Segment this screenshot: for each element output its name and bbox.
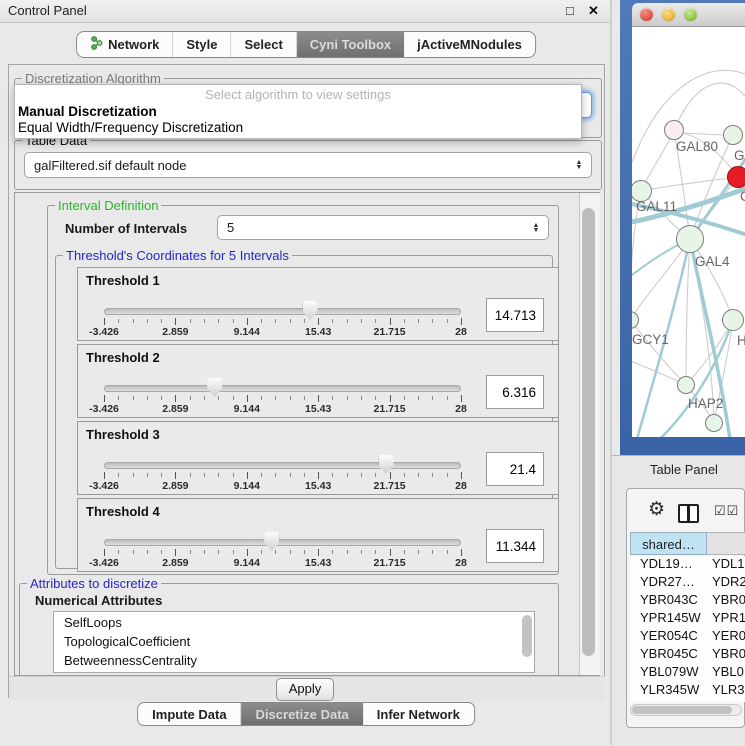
number-of-intervals-label: Number of Intervals bbox=[65, 221, 187, 236]
network-node[interactable] bbox=[705, 414, 723, 432]
network-node-label: HAP2 bbox=[688, 396, 723, 411]
threshold-3-slider-track[interactable] bbox=[104, 462, 461, 469]
network-node-label: GAL4 bbox=[695, 254, 730, 269]
dropdown-option-equal-width-frequency[interactable]: Equal Width/Frequency Discretization bbox=[18, 120, 243, 135]
threshold-2-value-field[interactable]: 6.316 bbox=[486, 375, 544, 409]
network-window-titlebar bbox=[632, 3, 745, 27]
table-row[interactable]: YBR045CYBR0 bbox=[630, 646, 745, 664]
network-node[interactable] bbox=[723, 125, 743, 145]
float-window-icon[interactable]: □ bbox=[566, 3, 574, 18]
threshold-4-panel: Threshold 4 -3.4262.8599.14415.4321.7152… bbox=[77, 498, 559, 572]
network-node-label: GAL11 bbox=[636, 199, 677, 214]
close-button[interactable] bbox=[640, 8, 653, 21]
network-icon bbox=[90, 36, 103, 53]
network-node-label: C bbox=[740, 189, 745, 204]
slider-ticks bbox=[104, 549, 461, 557]
node-table-rows[interactable]: YDL19…YDL1 YDR27…YDR2 YBR043CYBR0 YPR145… bbox=[630, 556, 745, 702]
slider-ticks bbox=[104, 395, 461, 403]
numerical-attributes-list[interactable]: SelfLoops TopologicalCoefficient Between… bbox=[53, 611, 535, 673]
network-node[interactable] bbox=[727, 166, 745, 188]
network-node-label: GCY1 bbox=[632, 332, 669, 347]
number-of-intervals-combobox[interactable]: 5 ▲▼ bbox=[217, 215, 549, 240]
apply-button[interactable]: Apply bbox=[276, 678, 334, 701]
tab-jactivemnodules[interactable]: jActiveMNodules bbox=[404, 32, 535, 57]
tab-network[interactable]: Network bbox=[77, 32, 173, 57]
table-data-combobox[interactable]: galFiltered.sif default node ▲▼ bbox=[24, 152, 592, 178]
network-node-label: GAL80 bbox=[676, 139, 718, 154]
threshold-2-slider-track[interactable] bbox=[104, 385, 461, 392]
slider-tick-labels: -3.4262.8599.14415.4321.71528 bbox=[104, 403, 461, 415]
table-row[interactable]: YLR345WYLR3 bbox=[630, 682, 745, 700]
slider-tick-labels: -3.4262.8599.14415.4321.71528 bbox=[104, 326, 461, 338]
column-header-name[interactable]: n bbox=[707, 532, 745, 555]
dropdown-placeholder: Select algorithm to view settings bbox=[15, 87, 581, 102]
algorithm-dropdown-popup: Select algorithm to view settings Manual… bbox=[14, 84, 582, 139]
threshold-3-value-field[interactable]: 21.4 bbox=[486, 452, 544, 486]
table-horizontal-scrollbar-thumb[interactable] bbox=[632, 706, 732, 714]
interval-definition-title: Interval Definition bbox=[55, 198, 161, 213]
zoom-button[interactable] bbox=[684, 8, 697, 21]
combo-arrows-icon: ▲▼ bbox=[571, 160, 591, 170]
control-panel-titlebar: Control Panel □ ✕ bbox=[0, 0, 612, 23]
column-header-shared-name[interactable]: shared… bbox=[630, 532, 707, 555]
tab-impute-data[interactable]: Impute Data bbox=[138, 703, 241, 725]
tab-infer-network[interactable]: Infer Network bbox=[363, 703, 474, 725]
list-item[interactable]: TopologicalCoefficient bbox=[54, 631, 534, 650]
table-row[interactable]: YPR145WYPR1 bbox=[630, 610, 745, 628]
threshold-1-panel: Threshold 1 -3.4262.8599.14415.4321.7152… bbox=[77, 267, 559, 341]
list-item[interactable]: BetweennessCentrality bbox=[54, 650, 534, 669]
network-node-label: H bbox=[737, 333, 745, 348]
tab-discretize-data[interactable]: Discretize Data bbox=[242, 703, 363, 725]
gear-icon[interactable]: ⚙ bbox=[648, 500, 665, 519]
columns-icon[interactable] bbox=[678, 504, 699, 523]
threshold-2-panel: Threshold 2 -3.4262.8599.14415.4321.7152… bbox=[77, 344, 559, 418]
threshold-4-value-field[interactable]: 11.344 bbox=[486, 529, 544, 563]
attributes-group-title: Attributes to discretize bbox=[27, 576, 161, 591]
threshold-1-value-field[interactable]: 14.713 bbox=[486, 298, 544, 332]
threshold-1-slider-track[interactable] bbox=[104, 308, 461, 315]
combo-arrows-icon: ▲▼ bbox=[528, 223, 548, 233]
thresholds-group-title: Threshold's Coordinates for 5 Intervals bbox=[63, 248, 292, 263]
close-window-icon[interactable]: ✕ bbox=[588, 3, 599, 19]
table-row[interactable]: YER054CYER0 bbox=[630, 628, 745, 646]
table-row[interactable]: YBL079WYBL0 bbox=[630, 664, 745, 682]
minimize-button[interactable] bbox=[662, 8, 675, 21]
tab-network-label: Network bbox=[108, 37, 159, 52]
slider-ticks bbox=[104, 472, 461, 480]
table-row[interactable]: YDL19…YDL1 bbox=[630, 556, 745, 574]
dropdown-option-manual-discretization[interactable]: Manual Discretization bbox=[18, 104, 157, 119]
attributes-list-scrollbar[interactable] bbox=[522, 615, 532, 657]
slider-ticks bbox=[104, 318, 461, 326]
network-view-window: GAL80 GA C GAL11 GAL4 GCY1 H HAP2 bbox=[620, 0, 745, 455]
tab-style[interactable]: Style bbox=[173, 32, 231, 57]
tab-select[interactable]: Select bbox=[231, 32, 296, 57]
control-panel: Control Panel □ ✕ Network Style Select C… bbox=[0, 0, 612, 745]
numerical-attributes-label: Numerical Attributes bbox=[35, 593, 162, 608]
slider-tick-labels: -3.4262.8599.14415.4321.71528 bbox=[104, 557, 461, 569]
table-row[interactable]: YDR27…YDR2 bbox=[630, 574, 745, 592]
table-row[interactable]: YIL052CYIL0 bbox=[630, 700, 745, 702]
network-node-label: GA bbox=[734, 148, 745, 163]
settings-scrollbar-thumb[interactable] bbox=[582, 208, 595, 656]
threshold-3-panel: Threshold 3 -3.4262.8599.14415.4321.7152… bbox=[77, 421, 559, 495]
control-panel-title: Control Panel bbox=[8, 3, 87, 18]
settings-scrollpane: Interval Definition Number of Intervals … bbox=[14, 192, 600, 676]
network-node[interactable] bbox=[722, 309, 744, 331]
control-panel-tabbar: Network Style Select Cyni Toolbox jActiv… bbox=[76, 31, 536, 58]
select-columns-checkbox-icons[interactable]: ☑☑ bbox=[714, 503, 739, 519]
tab-cyni-toolbox[interactable]: Cyni Toolbox bbox=[297, 32, 404, 57]
cyni-mode-tabbar: Impute Data Discretize Data Infer Networ… bbox=[137, 702, 475, 726]
network-node[interactable] bbox=[664, 120, 684, 140]
network-node[interactable] bbox=[677, 376, 695, 394]
network-canvas[interactable]: GAL80 GA C GAL11 GAL4 GCY1 H HAP2 bbox=[632, 27, 745, 437]
slider-tick-labels: -3.4262.8599.14415.4321.71528 bbox=[104, 480, 461, 492]
list-item[interactable]: SelfLoops bbox=[54, 612, 534, 631]
table-row[interactable]: YBR043CYBR0 bbox=[630, 592, 745, 610]
network-node[interactable] bbox=[676, 225, 704, 253]
table-panel-title: Table Panel bbox=[650, 462, 718, 477]
threshold-4-slider-track[interactable] bbox=[104, 539, 461, 546]
